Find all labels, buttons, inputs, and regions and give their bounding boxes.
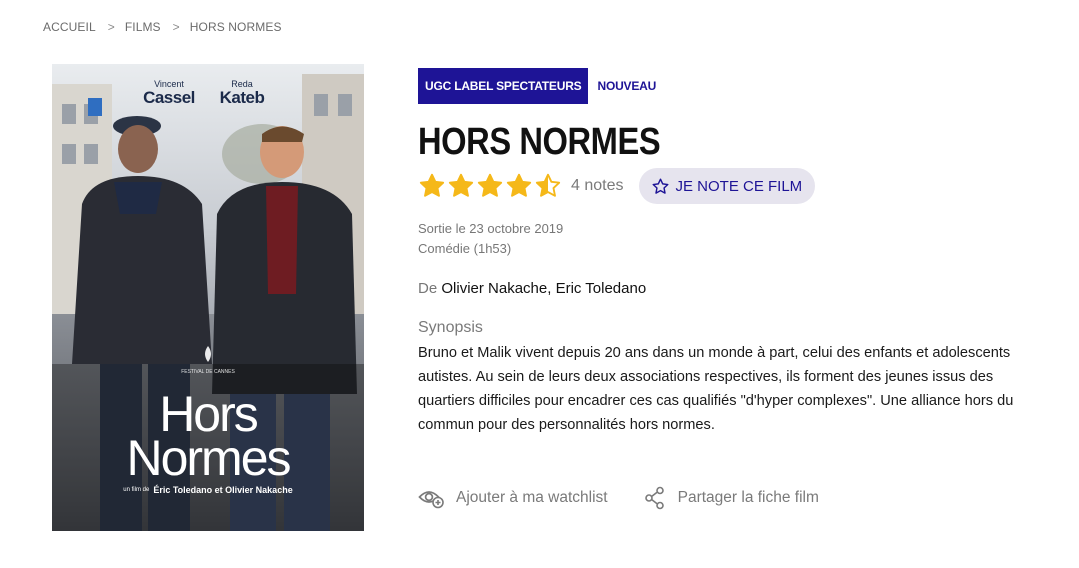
eye-plus-icon — [418, 491, 444, 509]
star-icon — [448, 173, 474, 197]
new-badge: NOUVEAU — [597, 79, 657, 93]
poster-actor2-lastname: Kateb — [219, 88, 265, 107]
notes-count: 4 notes — [571, 177, 624, 194]
rating-row: 4 notes JE NOTE CE FILM — [418, 166, 1048, 206]
breadcrumb-films[interactable]: FILMS — [125, 20, 161, 34]
share-button[interactable]: Partager la fiche film — [644, 486, 819, 510]
watchlist-button[interactable]: Ajouter à ma watchlist — [418, 487, 608, 509]
synopsis-text: Bruno et Malik vivent depuis 20 ans dans… — [418, 345, 1014, 433]
star-outline-icon — [652, 178, 669, 194]
breadcrumb-current[interactable]: HORS NORMES — [190, 20, 282, 34]
film-poster: Vincent Cassel Reda Kateb FESTIVAL DE CA… — [52, 64, 364, 531]
rate-film-button[interactable]: JE NOTE CE FILM — [639, 168, 816, 204]
film-title: HORS NORMES — [418, 121, 661, 163]
poster-credit-names: Éric Toledano et Olivier Nakache — [153, 485, 293, 495]
film-info: UGC LABEL SPECTATEURS NOUVEAU HORS NORME… — [418, 68, 1048, 437]
star-icon — [419, 173, 445, 197]
share-label: Partager la fiche film — [677, 489, 819, 506]
poster-credits: un film de Éric Toledano et Olivier Naka… — [100, 485, 316, 495]
label-badge: UGC LABEL SPECTATEURS — [418, 68, 589, 104]
film-actions: Ajouter à ma watchlist Partager la fiche… — [418, 486, 819, 510]
directors-names[interactable]: Olivier Nakache, Eric Toledano — [441, 280, 646, 297]
share-icon — [644, 486, 664, 510]
synopsis-heading: Synopsis — [418, 319, 483, 336]
poster-title-line2: Normes — [126, 430, 291, 486]
breadcrumb: ACCUEIL > FILMS > HORS NORMES — [43, 20, 282, 34]
release-date: Sortie le 23 octobre 2019 — [418, 221, 564, 236]
rate-film-label: JE NOTE CE FILM — [675, 177, 803, 195]
breadcrumb-separator: > — [172, 20, 180, 34]
star-icon — [477, 173, 503, 197]
badges: UGC LABEL SPECTATEURS NOUVEAU — [418, 68, 1048, 104]
poster-actor1-lastname: Cassel — [143, 88, 195, 107]
star-icon — [506, 173, 532, 197]
breadcrumb-separator: > — [107, 20, 115, 34]
watchlist-label: Ajouter à ma watchlist — [456, 489, 608, 506]
directors-line: De Olivier Nakache, Eric Toledano — [418, 280, 1048, 297]
directors-prefix: De — [418, 280, 438, 297]
star-half-icon — [535, 173, 561, 197]
poster-festival-laurel: FESTIVAL DE CANNES — [181, 369, 235, 375]
film-meta: Sortie le 23 octobre 2019 Comédie (1h53) — [418, 219, 1048, 259]
genre-duration: Comédie (1h53) — [418, 241, 512, 256]
breadcrumb-home[interactable]: ACCUEIL — [43, 20, 96, 34]
poster-credit-prefix: un film de — [123, 487, 150, 493]
star-rating — [418, 172, 563, 200]
